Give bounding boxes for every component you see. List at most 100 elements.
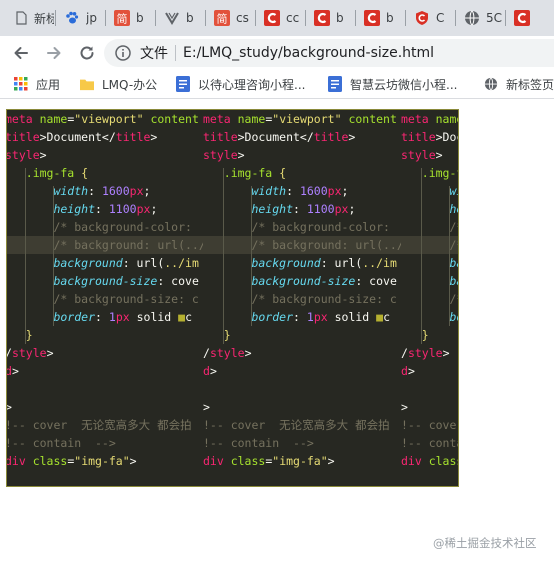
code-token: px [115, 310, 130, 324]
bookmarks-bar: 应用 LMQ-办公 以待心理咨询小程... 智慧云坊微信小程... 新标签页 [0, 70, 554, 99]
svg-text:简: 简 [117, 12, 128, 26]
code-token: : [95, 202, 109, 216]
bookmark-item[interactable]: 应用 [14, 74, 60, 94]
info-icon[interactable] [114, 44, 132, 62]
code-line: .img-fa { [7, 164, 88, 182]
back-button[interactable] [10, 42, 32, 64]
code-token: title [401, 130, 436, 144]
address-bar[interactable]: 文件 E:/LMQ_study/background-size.html [104, 39, 554, 67]
browser-tab[interactable] [506, 0, 554, 36]
forward-button[interactable] [43, 42, 65, 64]
code-token: width [449, 184, 458, 198]
browser-tab[interactable]: 简b [106, 0, 154, 36]
code-token: > [203, 400, 210, 414]
code-token: style [203, 148, 238, 162]
browser-tab[interactable]: b [306, 0, 354, 36]
code-token: class [428, 454, 458, 468]
browser-tab[interactable]: C [406, 0, 454, 36]
code-line: background-size: cove [7, 272, 198, 290]
code-token: "img-fa" [74, 454, 130, 468]
code-token: div [6, 454, 33, 468]
bookmark-item[interactable]: 智慧云坊微信小程... [328, 74, 457, 94]
code-token: name [435, 112, 458, 126]
code-token: > [401, 400, 408, 414]
code-line: /* background: url(../ [7, 236, 205, 254]
browser-tab[interactable]: b [156, 0, 204, 36]
code-token: height [449, 202, 458, 216]
browser-tab[interactable]: cc [256, 0, 304, 36]
code-token: ; [150, 202, 158, 216]
code-line: /* background-size: c [203, 290, 397, 308]
code-token: } [401, 328, 429, 342]
code-token: : [293, 202, 307, 216]
tab-title: b [336, 11, 344, 25]
code-token: height [6, 202, 96, 216]
code-token: > [435, 148, 443, 162]
code-line: /style> [203, 344, 252, 362]
code-line: meta name="viewport" content [7, 110, 199, 128]
code-token: > [348, 130, 356, 144]
bookmark-label: 新标签页 [506, 77, 554, 92]
code-token: /* background-color: [6, 220, 192, 234]
code-token: : [286, 184, 300, 198]
folder-icon [80, 77, 94, 91]
code-line: border: 1px solid ■c [7, 308, 192, 326]
code-line: border: 1px solid ■c [401, 308, 458, 326]
code-token: /* background-size: c [203, 292, 397, 306]
code-token: : [293, 310, 307, 324]
tab-separator [55, 10, 56, 26]
code-token: / [203, 346, 210, 360]
tab-separator [255, 10, 256, 26]
bookmark-item[interactable]: 新标签页 [484, 74, 554, 94]
code-token: /* background-size: c [449, 292, 458, 306]
code-token: : url( [122, 256, 165, 270]
code-token: 1600 [299, 184, 328, 198]
code-token: px [313, 310, 328, 324]
code-line: style> [203, 146, 245, 164]
tab-separator [355, 10, 356, 26]
browser-tab[interactable]: 新标签 [6, 0, 54, 36]
code-token: > [129, 454, 137, 468]
tab-title: b [186, 11, 194, 25]
code-token: >Document</ [435, 130, 458, 144]
code-line: d> [7, 362, 19, 380]
code-token: >Document</ [237, 130, 314, 144]
browser-tab[interactable]: 简 cs [206, 0, 254, 36]
tab-separator [155, 10, 156, 26]
browser-tab[interactable]: 5C [456, 0, 504, 36]
code-line: .img-fa { [203, 164, 286, 182]
code-token: > [150, 130, 158, 144]
browser-tab[interactable]: b [356, 0, 404, 36]
browser-tab[interactable]: jp [56, 0, 104, 36]
code-token: width [6, 184, 89, 198]
code-token: 1 [108, 310, 116, 324]
bookmark-label: 智慧云坊微信小程... [350, 77, 458, 92]
code-token: background [203, 256, 321, 270]
code-token: style [6, 148, 40, 162]
code-line: /* background-size: c [401, 290, 458, 308]
bookmark-item[interactable]: LMQ-办公 [80, 74, 157, 94]
code-token: width [203, 184, 287, 198]
reload-button[interactable] [76, 42, 98, 64]
bookmark-item[interactable]: 以待心理咨询小程... [176, 74, 305, 94]
arrow-left-icon [14, 47, 28, 59]
code-line: > [203, 398, 210, 416]
tab-separator [505, 10, 506, 26]
code-token: c [383, 310, 391, 324]
jian-icon: 简 [114, 10, 130, 26]
code-token: class [32, 454, 68, 468]
c-logo-icon [514, 10, 530, 26]
code-token: content [143, 112, 199, 126]
code-line: /* background-color: [401, 218, 458, 236]
globe-icon [484, 77, 498, 91]
code-token: .img-fa [203, 166, 280, 180]
code-line: style> [6, 146, 47, 164]
code-line: border: 1px solid ■c [203, 308, 390, 326]
code-line: height: 1100px; [6, 200, 158, 218]
url-text[interactable]: E:/LMQ_study/background-size.html [183, 45, 434, 61]
code-line: > [7, 398, 12, 416]
globe-icon [464, 10, 480, 26]
code-token: style [401, 148, 436, 162]
code-line: style> [401, 146, 443, 164]
code-line: background: url(../im [7, 254, 198, 272]
